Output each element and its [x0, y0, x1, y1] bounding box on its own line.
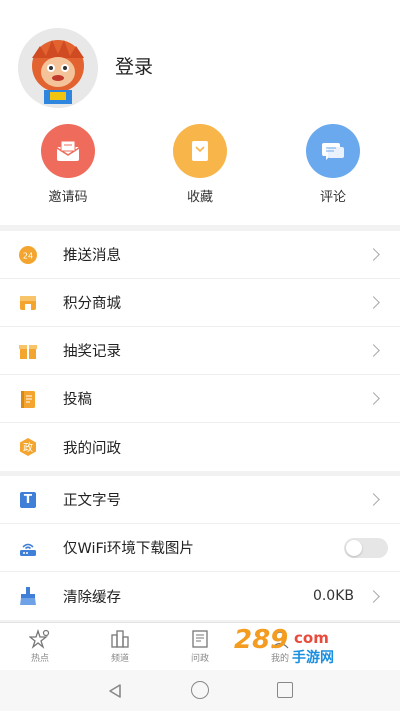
chevron-right-icon [367, 296, 380, 309]
invite-code-button[interactable]: 邀请码 [23, 124, 113, 205]
login-link[interactable]: 登录 [115, 52, 153, 79]
menu-item-my-politics[interactable]: 政 我的问政 [0, 423, 400, 471]
menu-item-submit-article[interactable]: 投稿 [0, 375, 400, 423]
menu-label: 抽奖记录 [63, 344, 121, 360]
comments-label: 评论 [319, 190, 346, 205]
chevron-right-icon [367, 392, 380, 405]
menu-label: 清除缓存 [63, 589, 121, 606]
home-icon[interactable] [191, 681, 209, 699]
brush-icon [18, 586, 38, 606]
watermark-logo: 289 com 手游网 [232, 625, 372, 666]
comments-button[interactable]: 评论 [288, 124, 378, 205]
favorites-button[interactable]: 收藏 [155, 124, 245, 205]
bottom-tab-bar: 热点 频道 问政 我的 289 com 手游网 [0, 622, 400, 670]
tab-hot[interactable]: 热点 [10, 628, 70, 664]
menu-label: 正文字号 [63, 493, 121, 509]
gift-icon [18, 341, 38, 361]
menu-label: 投稿 [63, 392, 92, 408]
back-icon[interactable] [107, 683, 123, 703]
favorites-label: 收藏 [186, 190, 213, 205]
menu-label: 仅WiFi环境下载图片 [63, 541, 194, 557]
system-nav-bar [0, 670, 400, 711]
watermark-number: 289 [234, 625, 289, 655]
notebook-icon [18, 389, 38, 409]
quick-actions: 邀请码 收藏 评论 [0, 112, 400, 225]
font-size-icon-glyph: T [23, 492, 33, 506]
politics-icon: 政 [18, 437, 38, 457]
channel-icon [109, 629, 131, 649]
store-icon [18, 293, 38, 313]
recent-apps-icon[interactable] [277, 682, 293, 698]
tab-label: 问政 [190, 654, 209, 664]
tab-question[interactable]: 问政 [170, 629, 230, 664]
menu-item-clear-cache[interactable]: 清除缓存 0.0KB [0, 572, 400, 620]
menu-label: 积分商城 [63, 296, 121, 312]
menu-item-push-messages[interactable]: 24 推送消息 [0, 231, 400, 279]
menu-label: 推送消息 [63, 248, 121, 264]
watermark-suffix: com [294, 629, 329, 647]
menu-item-wifi-only-images: 仅WiFi环境下载图片 [0, 524, 400, 572]
menu-item-points-mall[interactable]: 积分商城 [0, 279, 400, 327]
question-icon [189, 629, 211, 649]
hot-icon [28, 628, 51, 649]
comment-icon [306, 124, 360, 178]
font-size-icon: T [18, 490, 38, 510]
tab-label: 热点 [30, 654, 49, 664]
chevron-right-icon [367, 344, 380, 357]
chevron-right-icon [367, 248, 380, 261]
menu-label: 我的问政 [63, 440, 121, 457]
invite-code-label: 邀请码 [48, 190, 88, 205]
menu-group-settings: T 正文字号 仅WiFi环境下载图片 清除缓存 0.0KB [0, 476, 400, 620]
wifi-router-icon [18, 538, 38, 558]
tab-label: 频道 [110, 654, 129, 664]
cache-size-value: 0.0KB [312, 588, 354, 604]
menu-group-primary: 24 推送消息 积分商城 抽奖记录 投稿 政 我的问政 [0, 231, 400, 471]
bookmark-icon [173, 124, 227, 178]
watermark-subtitle: 手游网 [292, 650, 334, 666]
menu-item-font-size[interactable]: T 正文字号 [0, 476, 400, 524]
chevron-right-icon [367, 493, 380, 506]
profile-header: 登录 [0, 0, 400, 112]
svg-text:24: 24 [23, 252, 33, 261]
avatar[interactable] [18, 28, 98, 108]
clock-24-icon: 24 [18, 245, 38, 265]
politics-icon-glyph: 政 [23, 443, 33, 454]
menu-item-lottery-records[interactable]: 抽奖记录 [0, 327, 400, 375]
tab-channel[interactable]: 频道 [90, 629, 150, 664]
envelope-icon [41, 124, 95, 178]
chevron-right-icon [367, 589, 380, 603]
wifi-only-toggle[interactable] [344, 537, 388, 558]
